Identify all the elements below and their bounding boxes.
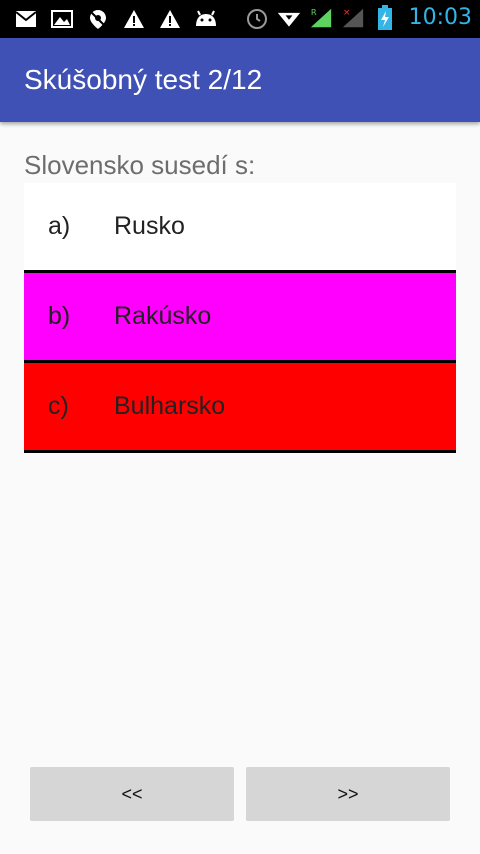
wifi-icon xyxy=(277,6,301,30)
battery-charging-icon xyxy=(373,4,397,30)
answer-list: a) Rusko b) Rakúsko c) Bulharsko xyxy=(24,183,456,453)
question-text: Slovensko susedí s: xyxy=(24,150,256,180)
answer-letter: c) xyxy=(48,392,69,420)
warning-icon xyxy=(158,7,182,31)
svg-text:R: R xyxy=(310,7,316,17)
svg-text:×: × xyxy=(342,7,350,18)
answer-letter: a) xyxy=(48,212,71,240)
page-title: Skúšobný test 2/12 xyxy=(24,64,263,95)
clock-time: 10:03 xyxy=(408,5,472,30)
answer-label: Bulharsko xyxy=(114,392,226,420)
answer-letter: b) xyxy=(48,302,71,330)
answer-option-c[interactable]: c) Bulharsko xyxy=(24,363,456,453)
signal-icon: R xyxy=(309,6,333,30)
notification-icons xyxy=(14,7,218,31)
answer-label: Rakúsko xyxy=(114,302,212,330)
image-icon xyxy=(50,7,74,31)
system-icons: R × 10:03 xyxy=(245,4,472,30)
mail-icon xyxy=(14,7,38,31)
answer-option-b[interactable]: b) Rakúsko xyxy=(24,273,456,363)
next-button[interactable]: >> xyxy=(246,767,450,821)
warning-icon xyxy=(122,7,146,31)
location-off-icon xyxy=(86,7,110,31)
status-bar: R × 10:03 xyxy=(0,0,480,38)
navigation-bar: << >> xyxy=(30,767,450,821)
android-icon xyxy=(194,7,218,31)
alarm-icon xyxy=(245,6,269,30)
answer-option-a[interactable]: a) Rusko xyxy=(24,183,456,273)
answer-label: Rusko xyxy=(114,212,185,240)
signal-no-service-icon: × xyxy=(341,6,365,30)
previous-button[interactable]: << xyxy=(30,767,234,821)
app-bar: Skúšobný test 2/12 xyxy=(0,38,480,122)
